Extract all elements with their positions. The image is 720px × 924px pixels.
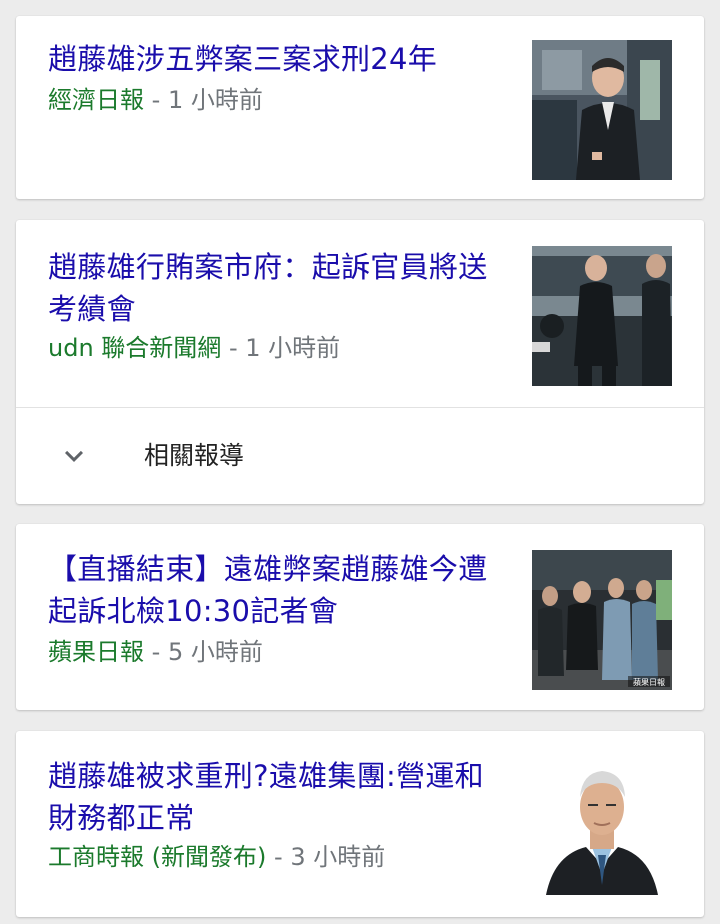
news-article[interactable]: 趙藤雄行賄案市府：起訴官員將送考績會 udn 聯合新聞網 - 1 小時前 bbox=[16, 220, 704, 407]
article-source: 工商時報 (新聞發布) bbox=[48, 843, 267, 871]
news-article[interactable]: 趙藤雄涉五弊案三案求刑24年 經濟日報 - 1 小時前 bbox=[16, 16, 704, 199]
related-coverage-label: 相關報導 bbox=[144, 441, 245, 470]
article-meta: 經濟日報 - 1 小時前 bbox=[48, 84, 263, 116]
thumbnail-watermark: 蘋果日報 bbox=[633, 677, 665, 687]
chevron-down-icon bbox=[65, 450, 83, 462]
thumbnail-photo: 蘋果日報 bbox=[532, 550, 672, 690]
news-article[interactable]: 趙藤雄被求重刑?遠雄集團:營運和財務都正常 工商時報 (新聞發布) - 3 小時… bbox=[16, 731, 704, 917]
meta-separator: - bbox=[151, 86, 161, 114]
news-card: 趙藤雄被求重刑?遠雄集團:營運和財務都正常 工商時報 (新聞發布) - 3 小時… bbox=[16, 731, 704, 917]
meta-separator: - bbox=[151, 638, 161, 666]
article-title[interactable]: 趙藤雄行賄案市府：起訴官員將送考績會 bbox=[48, 246, 508, 330]
news-card: 趙藤雄涉五弊案三案求刑24年 經濟日報 - 1 小時前 bbox=[16, 16, 704, 199]
article-source: 經濟日報 bbox=[48, 86, 144, 114]
news-article[interactable]: 【直播結束】遠雄弊案趙藤雄今遭起訴北檢10:30記者會 蘋果日報 - 5 小時前 bbox=[16, 524, 704, 710]
meta-separator: - bbox=[228, 334, 238, 362]
article-thumbnail[interactable] bbox=[532, 40, 672, 180]
article-time: 3 小時前 bbox=[290, 843, 386, 871]
article-thumbnail[interactable] bbox=[532, 755, 672, 895]
related-coverage-button[interactable]: 相關報導 bbox=[16, 408, 704, 504]
article-title[interactable]: 趙藤雄被求重刑?遠雄集團:營運和財務都正常 bbox=[48, 755, 508, 839]
news-card: 【直播結束】遠雄弊案趙藤雄今遭起訴北檢10:30記者會 蘋果日報 - 5 小時前 bbox=[16, 524, 704, 710]
article-meta: 蘋果日報 - 5 小時前 bbox=[48, 636, 263, 668]
article-source: 蘋果日報 bbox=[48, 638, 144, 666]
article-title[interactable]: 趙藤雄涉五弊案三案求刑24年 bbox=[48, 38, 508, 80]
article-time: 1 小時前 bbox=[167, 86, 263, 114]
news-card: 趙藤雄行賄案市府：起訴官員將送考績會 udn 聯合新聞網 - 1 小時前 相關報… bbox=[16, 220, 704, 504]
thumbnail-photo bbox=[532, 40, 672, 180]
article-source: udn 聯合新聞網 bbox=[48, 334, 222, 362]
article-thumbnail[interactable]: 蘋果日報 bbox=[532, 550, 672, 690]
article-meta: udn 聯合新聞網 - 1 小時前 bbox=[48, 332, 340, 364]
article-time: 1 小時前 bbox=[245, 334, 341, 362]
thumbnail-photo bbox=[532, 755, 672, 895]
article-meta: 工商時報 (新聞發布) - 3 小時前 bbox=[48, 841, 385, 873]
meta-separator: - bbox=[274, 843, 283, 871]
thumbnail-photo bbox=[532, 246, 672, 386]
article-time: 5 小時前 bbox=[167, 638, 263, 666]
article-title[interactable]: 【直播結束】遠雄弊案趙藤雄今遭起訴北檢10:30記者會 bbox=[48, 548, 508, 632]
news-feed: 趙藤雄涉五弊案三案求刑24年 經濟日報 - 1 小時前 趙藤雄行賄案市府：起訴官… bbox=[0, 0, 720, 924]
article-thumbnail[interactable] bbox=[532, 246, 672, 386]
